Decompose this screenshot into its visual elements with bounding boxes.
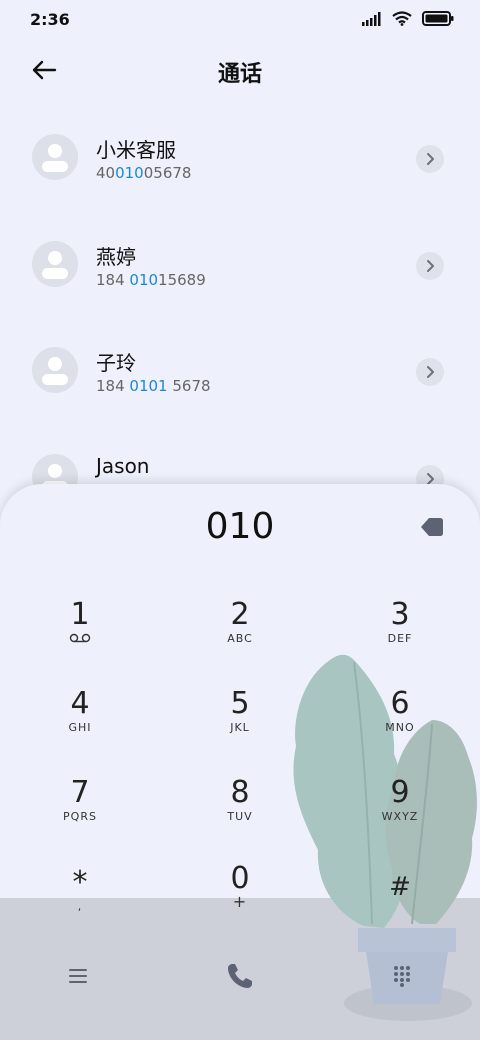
dial-key-6[interactable]: 6 MNO — [340, 687, 460, 757]
entered-number-display: 010 — [205, 506, 275, 547]
contact-item[interactable]: 子玲 184 0101 5678 — [0, 323, 480, 419]
page-title: 通话 — [217, 62, 262, 87]
dial-key-letters: PQRS — [63, 810, 97, 823]
status-time: 2:36 — [30, 10, 70, 29]
dial-key-8[interactable]: 8 TUV — [180, 776, 300, 846]
dial-key-digit: 2 — [230, 597, 250, 632]
voicemail-icon — [69, 633, 91, 643]
avatar — [32, 347, 78, 393]
dial-key-letters: JKL — [230, 721, 250, 734]
dial-key-digit: 0 — [230, 861, 250, 896]
header: 通话 — [0, 42, 480, 98]
dial-key-star[interactable]: * , — [20, 866, 140, 936]
dial-key-0[interactable]: 0 + — [180, 862, 300, 932]
dial-key-digit: 6 — [390, 686, 410, 721]
dial-key-letters: TUV — [227, 810, 253, 823]
status-bar: 2:36 — [0, 0, 480, 42]
chevron-right-icon — [427, 366, 434, 378]
dial-key-digit: 5 — [230, 686, 250, 721]
status-icons — [362, 11, 454, 26]
dial-key-letters: WXYZ — [381, 810, 419, 823]
dial-key-letters: DEF — [387, 632, 413, 645]
contact-item[interactable]: 小米客服 4001005678 — [0, 110, 480, 206]
menu-icon — [69, 969, 87, 983]
call-button[interactable] — [220, 956, 260, 996]
contact-name: 燕婷 — [96, 245, 136, 269]
dial-key-hash[interactable]: # — [340, 870, 460, 940]
dial-key-2[interactable]: 2 ABC — [180, 598, 300, 668]
backspace-button[interactable] — [420, 516, 444, 538]
dial-key-4[interactable]: 4 GHI — [20, 687, 140, 757]
contact-name: Jason — [96, 454, 150, 478]
contact-name: 子玲 — [96, 351, 136, 375]
menu-button[interactable] — [60, 958, 96, 994]
dial-key-letters: GHI — [68, 721, 92, 734]
contact-number: 184 01015689 — [96, 271, 206, 289]
dialpad-icon — [394, 966, 410, 987]
dial-key-letters: , — [77, 900, 83, 913]
wifi-icon — [392, 11, 412, 26]
battery-icon — [422, 11, 454, 26]
dial-key-letters: + — [232, 892, 248, 911]
dial-key-3[interactable]: 3 DEF — [340, 598, 460, 668]
chevron-right-icon — [427, 260, 434, 272]
dial-key-digit: 1 — [70, 597, 90, 632]
backspace-icon — [421, 518, 443, 536]
contact-name: 小米客服 — [96, 138, 176, 162]
dial-key-digit: 7 — [70, 775, 90, 810]
contact-number: 4001005678 — [96, 164, 192, 182]
dialpad-toggle-button[interactable] — [384, 958, 420, 994]
dial-key-1[interactable]: 1 — [20, 598, 140, 668]
dial-key-digit: 4 — [70, 686, 90, 721]
signal-icon — [362, 11, 381, 26]
dial-key-digit: 8 — [230, 775, 250, 810]
contact-details-button[interactable] — [416, 252, 444, 280]
avatar — [32, 241, 78, 287]
dial-key-digit: 9 — [390, 775, 410, 810]
dial-key-letters: ABC — [227, 632, 253, 645]
contact-details-button[interactable] — [416, 358, 444, 386]
dial-key-7[interactable]: 7 PQRS — [20, 776, 140, 846]
dial-key-digit: 3 — [390, 597, 410, 632]
chevron-right-icon — [427, 153, 434, 165]
dialpad-sheet: 010 1 2 ABC 3 DEF 4 GHI 5 JKL 6 MNO 7 PQ… — [0, 484, 480, 1040]
contact-details-button[interactable] — [416, 145, 444, 173]
phone-icon — [228, 964, 252, 988]
dial-key-digit: # — [389, 872, 411, 902]
contact-number: 184 0101 5678 — [96, 377, 211, 395]
dial-key-letters: MNO — [385, 721, 415, 734]
contact-item[interactable]: 燕婷 184 01015689 — [0, 217, 480, 313]
avatar — [32, 134, 78, 180]
dial-key-9[interactable]: 9 WXYZ — [340, 776, 460, 846]
dial-key-5[interactable]: 5 JKL — [180, 687, 300, 757]
dial-key-digit: * — [72, 865, 88, 900]
